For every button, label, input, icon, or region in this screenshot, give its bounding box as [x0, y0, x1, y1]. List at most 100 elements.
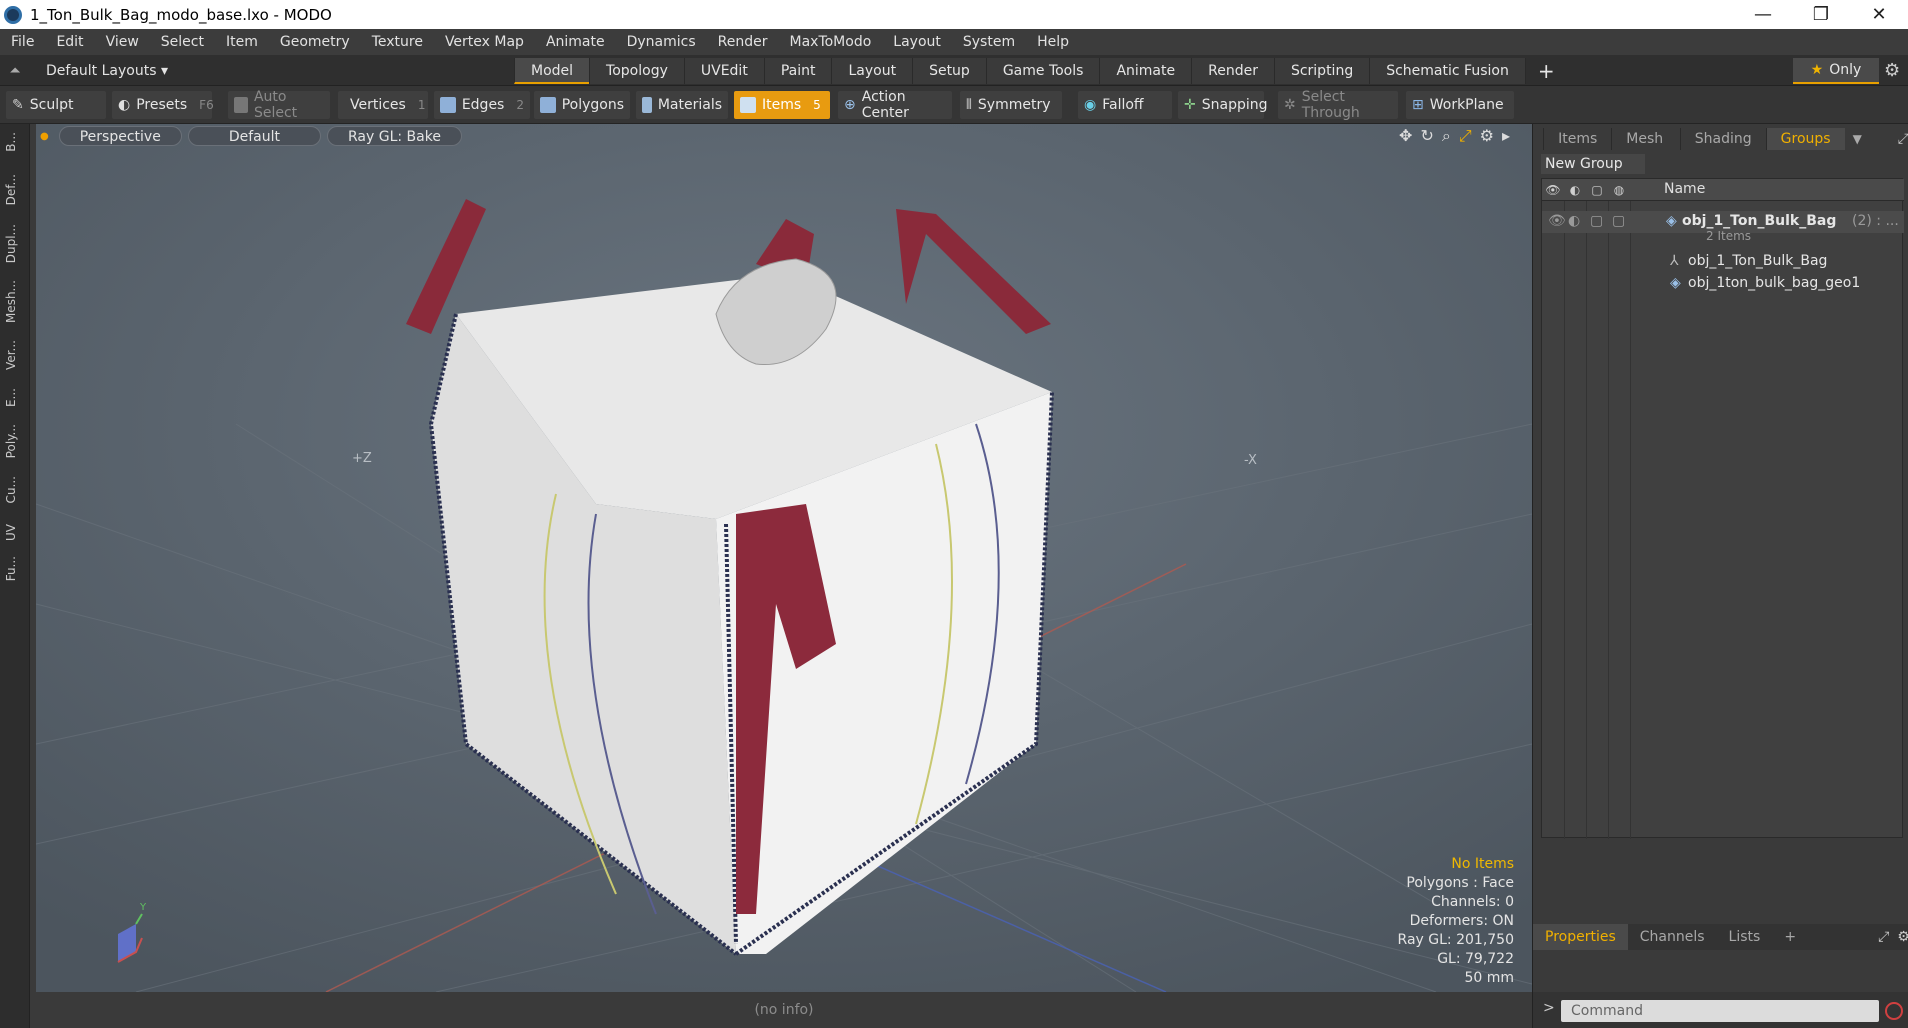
list-item[interactable]: ◈ obj_1ton_bulk_bag_geo1 [1542, 273, 1904, 295]
select-checkbox[interactable]: ▢ [1612, 213, 1625, 229]
falloff-icon: ◉ [1084, 97, 1097, 113]
rotate-view-icon[interactable]: ↻ [1420, 126, 1433, 146]
group-item-count: 2 Items [1706, 229, 1752, 243]
name-column-header[interactable]: Name [1664, 181, 1705, 197]
edges-button[interactable]: Edges 2 [434, 91, 530, 119]
new-group-button[interactable]: New Group [1541, 154, 1645, 174]
tab-items[interactable]: Items [1543, 128, 1611, 150]
tab-scripting[interactable]: Scripting [1273, 58, 1370, 84]
shading-default-dropdown[interactable]: Default [187, 126, 321, 146]
menu-geometry[interactable]: Geometry [269, 34, 361, 50]
default-layouts-dropdown[interactable]: Default Layouts ▾ [46, 63, 168, 79]
tab-topology[interactable]: Topology [589, 58, 684, 84]
tab-setup[interactable]: Setup [912, 58, 986, 84]
viewport-settings-icon[interactable]: ⚙ [1480, 126, 1494, 146]
record-icon[interactable] [1885, 1002, 1903, 1020]
strip-tab-polygon[interactable]: Poly... [4, 424, 24, 458]
viewport-options-icon[interactable]: ● [40, 131, 49, 142]
view-perspective-dropdown[interactable]: Perspective [58, 126, 182, 146]
command-input[interactable]: Command [1561, 1000, 1879, 1022]
menu-file[interactable]: File [0, 34, 45, 50]
tab-paint[interactable]: Paint [763, 58, 832, 84]
axis-label-z: +Z [352, 451, 372, 466]
strip-tab-basic[interactable]: B... [4, 132, 24, 152]
gear-icon[interactable]: ⚙ [1884, 60, 1900, 81]
menu-render[interactable]: Render [707, 34, 779, 50]
raygl-bake-dropdown[interactable]: Ray GL: Bake [326, 126, 462, 146]
strip-tab-curve[interactable]: Cu... [4, 476, 24, 503]
falloff-button[interactable]: ◉ Falloff [1078, 91, 1172, 119]
tab-shading[interactable]: Shading [1679, 128, 1766, 150]
presets-button[interactable]: ◐ Presets F6 [112, 91, 214, 119]
tab-properties[interactable]: Properties [1533, 924, 1628, 950]
only-button[interactable]: ★ Only [1793, 58, 1879, 84]
move-view-icon[interactable]: ✥ [1399, 126, 1412, 146]
sculpt-button[interactable]: ✎ Sculpt [6, 91, 106, 119]
tab-render[interactable]: Render [1191, 58, 1274, 84]
tab-groups[interactable]: Groups [1765, 128, 1845, 150]
menu-view[interactable]: View [95, 34, 150, 50]
minimize-button[interactable]: — [1734, 0, 1792, 29]
menu-system[interactable]: System [952, 34, 1026, 50]
3d-viewport[interactable]: +Z -X Y ● Perspective Default Ray GL: Ba… [36, 124, 1532, 992]
menu-animate[interactable]: Animate [535, 34, 616, 50]
strip-tab-edge[interactable]: E... [4, 388, 24, 407]
select-through-button[interactable]: ✲ Select Through [1278, 89, 1398, 121]
select-col-icon[interactable]: ◍ [1608, 179, 1630, 201]
maximize-view-icon[interactable]: ⤢ [1459, 126, 1472, 146]
strip-tab-uv[interactable]: UV [4, 524, 24, 541]
zoom-view-icon[interactable]: ⌕ [1442, 126, 1451, 146]
snapping-button[interactable]: ✛ Snapping [1178, 91, 1268, 119]
polygons-button[interactable]: Polygons [534, 91, 630, 119]
menu-dynamics[interactable]: Dynamics [616, 34, 707, 50]
tab-channels[interactable]: Channels [1628, 924, 1717, 950]
lock-col-icon[interactable]: ▢ [1586, 179, 1608, 201]
list-item[interactable]: ⅄ obj_1_Ton_Bulk_Bag [1542, 251, 1904, 273]
action-center-button[interactable]: ⊕ Action Center [838, 89, 952, 121]
menu-maxtomodo[interactable]: MaxToModo [779, 34, 883, 50]
vertices-label: Vertices [350, 97, 406, 113]
strip-tab-deform[interactable]: Def... [4, 174, 24, 205]
layout-home-icon[interactable]: ⏶ [0, 63, 30, 79]
vertices-button[interactable]: Vertices 1 [338, 91, 428, 119]
tab-schematic-fusion[interactable]: Schematic Fusion [1369, 58, 1525, 84]
eye-icon[interactable]: 👁 [1548, 213, 1566, 229]
tab-uvedit[interactable]: UVEdit [683, 58, 764, 84]
render-icon[interactable]: ◐ [1568, 213, 1580, 229]
tab-game-tools[interactable]: Game Tools [985, 58, 1100, 84]
strip-tab-vertex[interactable]: Ver... [4, 340, 24, 370]
tab-mesh[interactable]: Mesh ... [1611, 128, 1679, 169]
workplane-button[interactable]: ⊞ WorkPlane [1406, 91, 1514, 119]
lock-checkbox[interactable]: ▢ [1590, 213, 1603, 229]
tab-model[interactable]: Model [514, 58, 590, 84]
menu-select[interactable]: Select [150, 34, 215, 50]
strip-tab-fusion[interactable]: Fu... [4, 556, 24, 581]
menu-help[interactable]: Help [1026, 34, 1080, 50]
menu-vertex-map[interactable]: Vertex Map [434, 34, 535, 50]
symmetry-button[interactable]: ⫴ Symmetry [960, 91, 1062, 119]
tabs-dropdown-icon[interactable]: ▼ [1853, 132, 1862, 146]
add-tab-button[interactable]: + [1524, 58, 1567, 84]
tab-animate[interactable]: Animate [1099, 58, 1192, 84]
menu-edit[interactable]: Edit [45, 34, 94, 50]
menu-item[interactable]: Item [215, 34, 269, 50]
tab-layout[interactable]: Layout [831, 58, 913, 84]
menu-texture[interactable]: Texture [361, 34, 434, 50]
panel-maximize-icon[interactable]: ⤢ [1898, 131, 1908, 147]
maximize-button[interactable]: ❐ [1792, 0, 1850, 29]
viewport-more-icon[interactable]: ▸ [1502, 126, 1510, 146]
tab-lists[interactable]: Lists [1717, 924, 1773, 950]
panel-gear-icon[interactable]: ⚙ [1897, 929, 1908, 945]
visibility-col-icon[interactable]: 👁 [1542, 179, 1564, 201]
menu-layout[interactable]: Layout [882, 34, 952, 50]
strip-tab-duplicate[interactable]: Dupl... [4, 224, 24, 263]
materials-button[interactable]: Materials [636, 91, 728, 119]
strip-tab-mesh[interactable]: Mesh... [4, 280, 24, 323]
items-button[interactable]: Items 5 [734, 91, 830, 119]
panel-maximize-icon[interactable]: ⤢ [1878, 929, 1889, 945]
auto-select-label: Auto Select [253, 89, 298, 121]
add-panel-tab-button[interactable]: + [1772, 924, 1808, 950]
auto-select-button[interactable]: Auto Select [228, 89, 330, 121]
close-button[interactable]: ✕ [1850, 0, 1908, 29]
render-col-icon[interactable]: ◐ [1564, 179, 1586, 201]
